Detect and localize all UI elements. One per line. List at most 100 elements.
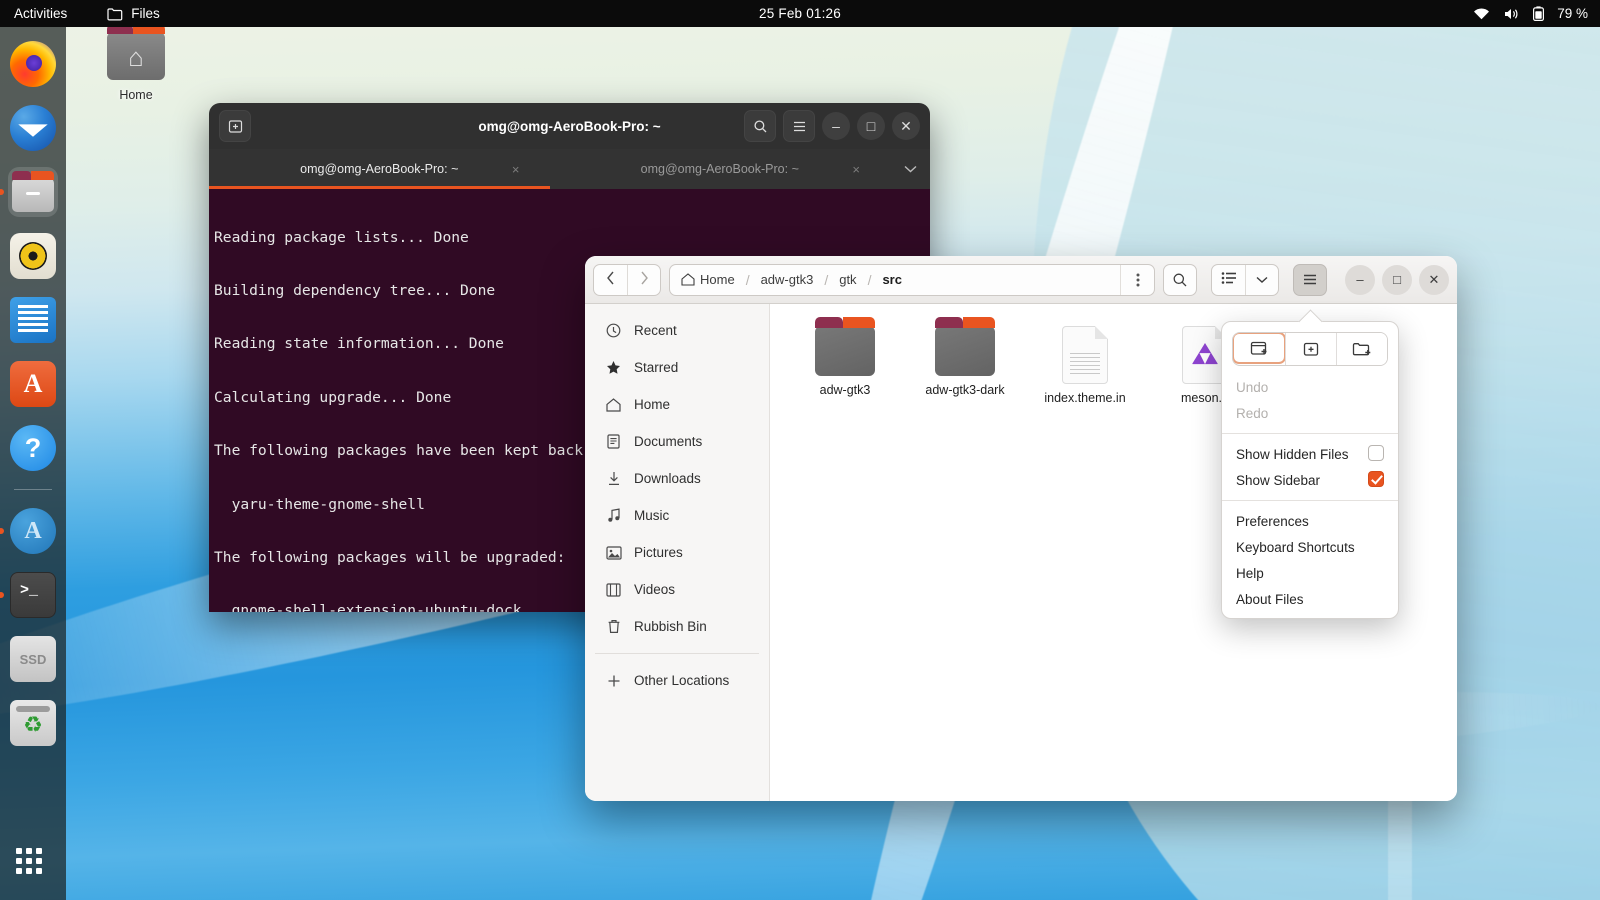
menu-item-about-files[interactable]: About Files: [1222, 586, 1398, 612]
menu-item-keyboard-shortcuts[interactable]: Keyboard Shortcuts: [1222, 534, 1398, 560]
dock-item-software-updater[interactable]: [8, 506, 58, 556]
dock-item-ubuntu-software[interactable]: [8, 359, 58, 409]
menu-separator: [1222, 500, 1398, 501]
file-item-index-theme-in[interactable]: index.theme.in: [1028, 318, 1142, 414]
sidebar-item-other-locations[interactable]: Other Locations: [591, 662, 763, 699]
dock-item-firefox[interactable]: [8, 39, 58, 89]
thunderbird-icon: [10, 105, 56, 151]
gnome-top-bar: Activities Files 25 Feb 01:26 79 %: [0, 0, 1600, 27]
vertical-dots-icon[interactable]: [1120, 264, 1154, 295]
topbar-app-menu[interactable]: Files: [107, 6, 160, 21]
terminal-search-button[interactable]: [744, 110, 776, 142]
menu-item-preferences[interactable]: Preferences: [1222, 508, 1398, 534]
terminal-maximize-button[interactable]: □: [857, 112, 885, 140]
home-icon: [681, 273, 695, 286]
list-view-icon[interactable]: [1212, 265, 1245, 295]
dock-item-libreoffice[interactable]: [8, 295, 58, 345]
software-updater-icon: [10, 508, 56, 554]
sidebar-item-label: Documents: [634, 434, 703, 449]
dock-separator: [14, 489, 52, 490]
back-button[interactable]: [594, 265, 627, 295]
sidebar-item-label: Recent: [634, 323, 677, 338]
breadcrumb-item-src[interactable]: src: [871, 265, 913, 295]
sidebar-item-starred[interactable]: Starred: [591, 349, 763, 386]
new-tab-icon[interactable]: [1285, 333, 1336, 365]
sidebar-item-downloads[interactable]: Downloads: [591, 460, 763, 497]
ubuntu-dock: [0, 27, 66, 900]
sidebar-item-pictures[interactable]: Pictures: [591, 534, 763, 571]
navigation-buttons: [593, 263, 661, 296]
show-sidebar-checkbox[interactable]: [1368, 470, 1384, 490]
star-icon: [605, 360, 622, 375]
clock[interactable]: 25 Feb 01:26: [759, 6, 841, 21]
plus-icon: [605, 674, 622, 688]
terminal-new-tab-button[interactable]: [219, 110, 251, 142]
file-item-label: adw-gtk3-dark: [925, 383, 1005, 397]
sidebar-item-label: Starred: [634, 360, 679, 375]
view-options-chevron-down-icon[interactable]: [1245, 264, 1278, 295]
film-icon: [605, 582, 622, 597]
files-maximize-button[interactable]: □: [1382, 264, 1412, 295]
sidebar-item-music[interactable]: Music: [591, 497, 763, 534]
dock-item-ssd-volume[interactable]: [8, 634, 58, 684]
image-icon: [605, 545, 622, 560]
sidebar-item-rubbish-bin[interactable]: Rubbish Bin: [591, 608, 763, 645]
terminal-close-button[interactable]: ✕: [892, 112, 920, 140]
battery-percentage: 79 %: [1557, 6, 1588, 21]
file-item-adw-gtk3[interactable]: adw-gtk3: [788, 317, 902, 414]
files-search-button[interactable]: [1163, 263, 1197, 296]
dock-item-files[interactable]: [8, 167, 58, 217]
file-item-adw-gtk3-dark[interactable]: adw-gtk3-dark: [908, 317, 1022, 414]
files-menu-button[interactable]: [1293, 263, 1327, 296]
home-folder-icon: ⌂: [107, 24, 165, 80]
terminal-tab-1-close-icon[interactable]: ×: [512, 162, 520, 177]
file-item-label: index.theme.in: [1044, 391, 1126, 405]
breadcrumb-item-home[interactable]: Home: [670, 265, 746, 295]
menu-item-help[interactable]: Help: [1222, 560, 1398, 586]
menu-item-label: Show Sidebar: [1236, 472, 1321, 488]
files-minimize-button[interactable]: –: [1345, 264, 1375, 295]
menu-item-show-sidebar[interactable]: Show Sidebar: [1222, 467, 1398, 493]
files-close-button[interactable]: ✕: [1419, 264, 1449, 295]
new-folder-icon[interactable]: [1336, 333, 1387, 365]
dock-item-help[interactable]: [8, 423, 58, 473]
breadcrumb-item-gtk[interactable]: gtk: [828, 265, 867, 295]
desktop-icon-home[interactable]: ⌂ Home: [100, 24, 172, 102]
terminal-tab-list-icon[interactable]: [890, 149, 930, 189]
terminal-menu-button[interactable]: [783, 110, 815, 142]
sidebar-item-videos[interactable]: Videos: [591, 571, 763, 608]
sidebar-item-home[interactable]: Home: [591, 386, 763, 423]
terminal-minimize-button[interactable]: –: [822, 112, 850, 140]
terminal-tab-2-close-icon[interactable]: ×: [852, 162, 860, 177]
wifi-icon: [1473, 7, 1490, 20]
terminal-line: Reading package lists... Done: [214, 228, 469, 246]
files-icon: [12, 171, 54, 212]
new-window-icon[interactable]: [1233, 333, 1286, 364]
forward-button[interactable]: [627, 264, 660, 295]
firefox-icon: [10, 41, 56, 87]
menu-item-show-hidden-files[interactable]: Show Hidden Files: [1222, 441, 1398, 467]
sidebar-item-recent[interactable]: Recent: [591, 312, 763, 349]
libreoffice-icon: [10, 297, 56, 343]
breadcrumb-label: gtk: [839, 272, 857, 287]
text-file-icon: [1062, 326, 1108, 384]
sidebar-item-label: Music: [634, 508, 670, 523]
activities-button[interactable]: Activities: [14, 6, 67, 21]
show-applications-button[interactable]: [16, 848, 50, 878]
files-headerbar: Home / adw-gtk3 / gtk / src – □ ✕: [585, 256, 1457, 304]
ssd-icon: [10, 636, 56, 682]
system-status-area[interactable]: 79 %: [1473, 6, 1588, 21]
dock-item-thunderbird[interactable]: [8, 103, 58, 153]
terminal-tab-2[interactable]: omg@omg-AeroBook-Pro: ~ ×: [550, 149, 891, 189]
dock-item-rhythmbox[interactable]: [8, 231, 58, 281]
sidebar-item-label: Videos: [634, 582, 676, 597]
clock-icon: [605, 323, 622, 338]
menu-item-undo: Undo: [1236, 379, 1269, 395]
sidebar-item-documents[interactable]: Documents: [591, 423, 763, 460]
breadcrumb-item-adw-gtk3[interactable]: adw-gtk3: [750, 265, 825, 295]
sidebar-item-label: Downloads: [634, 471, 701, 486]
dock-item-terminal[interactable]: [8, 570, 58, 620]
terminal-tab-1[interactable]: omg@omg-AeroBook-Pro: ~ ×: [209, 149, 550, 189]
show-hidden-files-checkbox[interactable]: [1368, 444, 1384, 464]
dock-item-rubbish-bin[interactable]: [8, 698, 58, 748]
